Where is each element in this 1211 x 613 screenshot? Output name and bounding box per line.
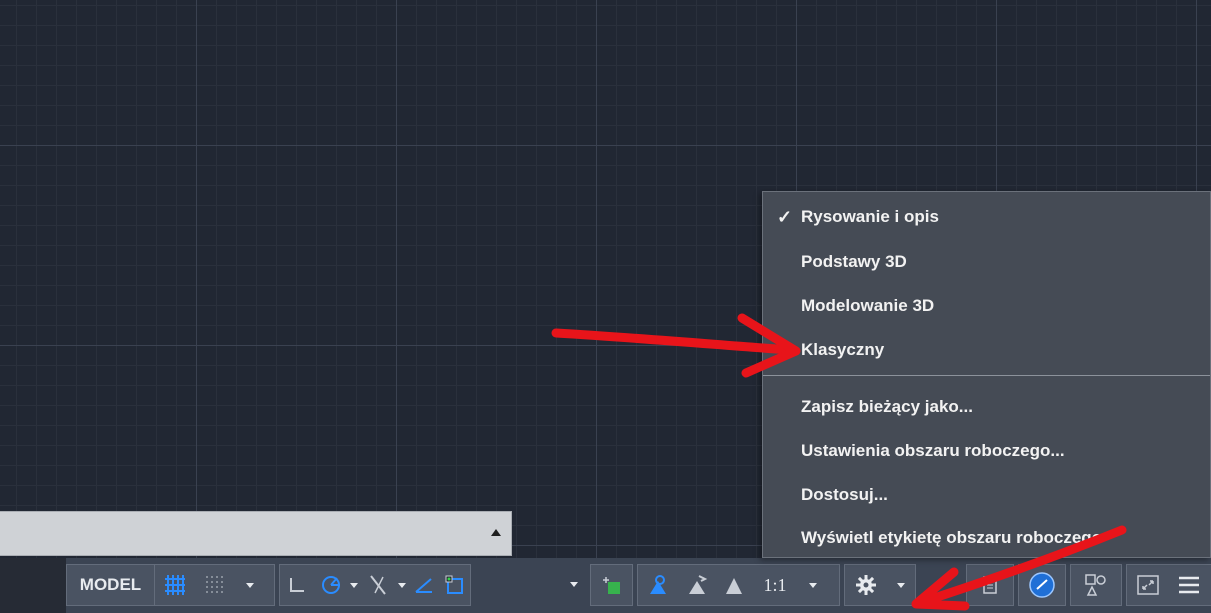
- menu-item-wyswietl-etykiete[interactable]: Wyświetl etykietę obszaru roboczego: [763, 516, 1210, 560]
- menu-item-zapisz-biezacy-jako[interactable]: Zapisz bieżący jako...: [763, 385, 1210, 429]
- annotation-scale-icon[interactable]: [716, 565, 752, 605]
- annotation-scale-dropdown-icon[interactable]: [798, 565, 828, 605]
- menu-item-label: Ustawienia obszaru roboczego...: [801, 441, 1065, 460]
- clean-screen-icon[interactable]: [1127, 565, 1169, 605]
- status-group-transparency: [590, 564, 633, 606]
- snap-mode-dropdown-icon[interactable]: [235, 565, 265, 605]
- snap-mode-icon[interactable]: [195, 565, 235, 605]
- transparency-icon[interactable]: [591, 565, 632, 605]
- menu-item-podstawy-3d[interactable]: Podstawy 3D: [763, 240, 1210, 284]
- menu-item-label: Modelowanie 3D: [801, 296, 935, 315]
- object-snap-tracking-icon[interactable]: [408, 565, 441, 605]
- status-group-screen: [1126, 564, 1211, 606]
- status-group-monitor: [966, 564, 1014, 606]
- menu-item-rysowanie-i-opis[interactable]: ✓ Rysowanie i opis: [763, 195, 1210, 239]
- workspace-gear-icon[interactable]: [845, 565, 887, 605]
- command-line[interactable]: [0, 511, 512, 556]
- object-snap-dropdown-icon[interactable]: [567, 564, 581, 604]
- object-snap-icon[interactable]: [441, 565, 470, 605]
- status-group-workspace: [844, 564, 916, 606]
- polar-tracking-dropdown-icon[interactable]: [348, 565, 361, 605]
- menu-separator: [763, 375, 1210, 376]
- workspace-dropdown-icon[interactable]: [887, 565, 915, 605]
- menu-item-label: Zapisz bieżący jako...: [801, 397, 973, 416]
- menu-item-label: Wyświetl etykietę obszaru roboczego: [801, 528, 1103, 547]
- menu-item-dostosuj[interactable]: Dostosuj...: [763, 473, 1210, 517]
- isodraft-dropdown-icon[interactable]: [395, 565, 408, 605]
- status-group-hardware: [1070, 564, 1122, 606]
- status-group-isolate: [1018, 564, 1066, 606]
- isodraft-icon[interactable]: [360, 565, 395, 605]
- polar-tracking-icon[interactable]: [315, 565, 348, 605]
- hardware-acceleration-icon[interactable]: [1071, 565, 1121, 605]
- menu-item-ustawienia-obszaru-roboczego[interactable]: Ustawienia obszaru roboczego...: [763, 429, 1210, 473]
- isolate-objects-icon[interactable]: [1019, 565, 1065, 605]
- menu-item-label: Podstawy 3D: [801, 252, 907, 271]
- annotation-scale-value[interactable]: 1:1: [752, 565, 798, 605]
- menu-item-label: Rysowanie i opis: [801, 207, 939, 226]
- menu-item-label: Dostosuj...: [801, 485, 888, 504]
- status-group-drafting: MODEL: [66, 564, 275, 606]
- command-history-arrow-icon[interactable]: [491, 529, 501, 536]
- customization-icon[interactable]: [1169, 565, 1209, 605]
- status-group-annotation: 1:1: [637, 564, 840, 606]
- ortho-mode-icon[interactable]: [280, 565, 315, 605]
- menu-item-klasyczny[interactable]: Klasyczny: [763, 328, 1210, 372]
- annotation-visibility-icon[interactable]: [638, 565, 678, 605]
- annotation-monitor-icon[interactable]: [967, 565, 1013, 605]
- status-group-tracking: [279, 564, 471, 606]
- menu-item-label: Klasyczny: [801, 340, 885, 359]
- menu-item-modelowanie-3d[interactable]: Modelowanie 3D: [763, 284, 1210, 328]
- grid-display-icon[interactable]: [155, 565, 195, 605]
- status-bar: MODEL 1:1: [0, 558, 1211, 613]
- checkmark-icon: ✓: [777, 207, 793, 227]
- status-bar-left-spacer: [0, 558, 66, 613]
- workspace-menu: ✓ Rysowanie i opis Podstawy 3D Modelowan…: [762, 191, 1211, 558]
- auto-scale-icon[interactable]: [678, 565, 716, 605]
- model-space-button[interactable]: MODEL: [67, 565, 155, 605]
